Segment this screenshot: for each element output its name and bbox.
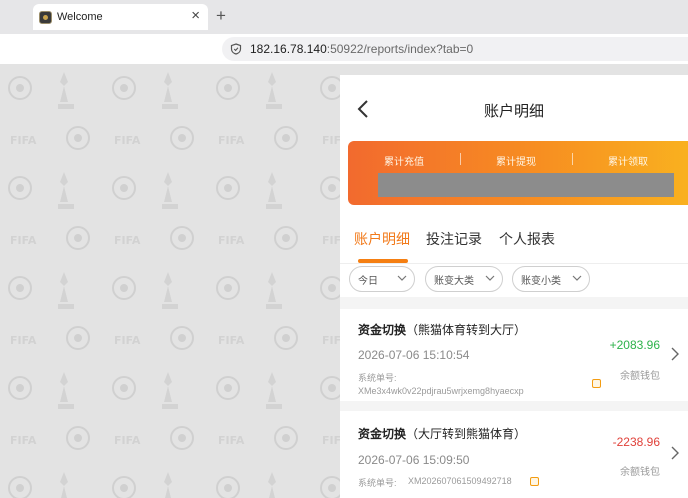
redacted-values <box>378 173 674 197</box>
divider <box>340 263 688 264</box>
order-number: XM202607061509492718 <box>408 476 512 486</box>
total-deposit-label: 累计充值 <box>384 157 424 168</box>
url-field[interactable]: 182.16.78.140:50922/reports/index?tab=0 <box>222 37 688 61</box>
url-host: 182.16.78.140 <box>250 42 327 56</box>
date-filter-label: 今日 <box>358 275 378 287</box>
record-separator <box>340 401 688 411</box>
record-amount: -2238.96 <box>612 435 660 449</box>
copy-icon[interactable] <box>530 477 539 486</box>
total-withdraw-label: 累计提现 <box>460 153 572 168</box>
section-gap <box>340 297 688 309</box>
tab-bet-records[interactable]: 投注记录 <box>426 229 482 249</box>
record-title: 资金切换（大厅转到熊猫体育） <box>358 425 526 442</box>
record-type: 资金切换 <box>358 323 407 337</box>
total-claim-label: 累计领取 <box>572 153 684 168</box>
order-label: 系统单号: <box>358 373 397 383</box>
chevron-left-icon[interactable] <box>354 98 374 120</box>
page-title: 账户明细 <box>483 102 544 120</box>
filter-bar: 今日 账变大类 账变小类 <box>340 266 688 294</box>
url-text: 182.16.78.140:50922/reports/index?tab=0 <box>250 42 473 56</box>
segment-tabs: 账户明细 投注记录 个人报表 <box>340 227 688 263</box>
account-detail-panel: 账户明细 累计充值 累计提现 累计领取 账户明细 投注记录 个人报表 今日 账变… <box>340 75 688 498</box>
new-tab-button[interactable]: + <box>216 6 226 26</box>
record-detail: （大厅转到熊猫体育） <box>406 427 527 441</box>
record-amount: +2083.96 <box>609 338 660 352</box>
browser-tabbar: Welcome × + <box>0 0 688 34</box>
tab-personal-report[interactable]: 个人报表 <box>499 229 555 249</box>
security-shield-icon[interactable] <box>230 43 242 55</box>
category-filter-select[interactable]: 账变大类 <box>425 266 503 292</box>
record-item[interactable]: 资金切换（熊猫体育转到大厅） 2026-07-06 15:10:54 系统单号:… <box>340 309 688 401</box>
subcategory-filter-label: 账变小类 <box>521 275 561 287</box>
order-number: XMe3x4wk0v22pdjrau5wrjxemg8hyaecxp <box>358 386 524 396</box>
chevron-right-icon <box>671 446 679 460</box>
chevron-down-icon <box>485 275 495 281</box>
chevron-down-icon <box>397 275 407 281</box>
category-filter-label: 账变大类 <box>434 275 474 287</box>
wallet-label: 余额钱包 <box>620 371 660 382</box>
subcategory-filter-select[interactable]: 账变小类 <box>512 266 590 292</box>
record-detail: （熊猫体育转到大厅） <box>406 323 527 337</box>
chevron-down-icon <box>572 275 582 281</box>
wallet-label: 余额钱包 <box>620 467 660 478</box>
record-item[interactable]: 资金切换（大厅转到熊猫体育） 2026-07-06 15:09:50 系统单号:… <box>340 411 688 498</box>
tab-title: Welcome <box>57 11 103 23</box>
record-title: 资金切换（熊猫体育转到大厅） <box>358 321 526 338</box>
decorative-pattern-icon: FIFA <box>0 64 340 498</box>
date-filter-select[interactable]: 今日 <box>349 266 415 292</box>
chevron-right-icon <box>671 347 679 361</box>
copy-icon[interactable] <box>592 379 601 388</box>
tab-account-detail[interactable]: 账户明细 <box>354 229 410 249</box>
record-time: 2026-07-06 15:10:54 <box>358 348 470 362</box>
url-path: :50922/reports/index?tab=0 <box>326 42 474 56</box>
site-favicon-icon <box>39 10 52 24</box>
record-time: 2026-07-06 15:09:50 <box>358 453 470 467</box>
panel-header: 账户明细 <box>340 75 688 145</box>
record-type: 资金切换 <box>358 427 407 441</box>
tab-close-icon[interactable]: × <box>191 8 200 24</box>
order-label: 系统单号: <box>358 478 397 488</box>
summary-banner: 累计充值 累计提现 累计领取 <box>348 141 688 205</box>
browser-tab[interactable]: Welcome × <box>33 4 208 30</box>
